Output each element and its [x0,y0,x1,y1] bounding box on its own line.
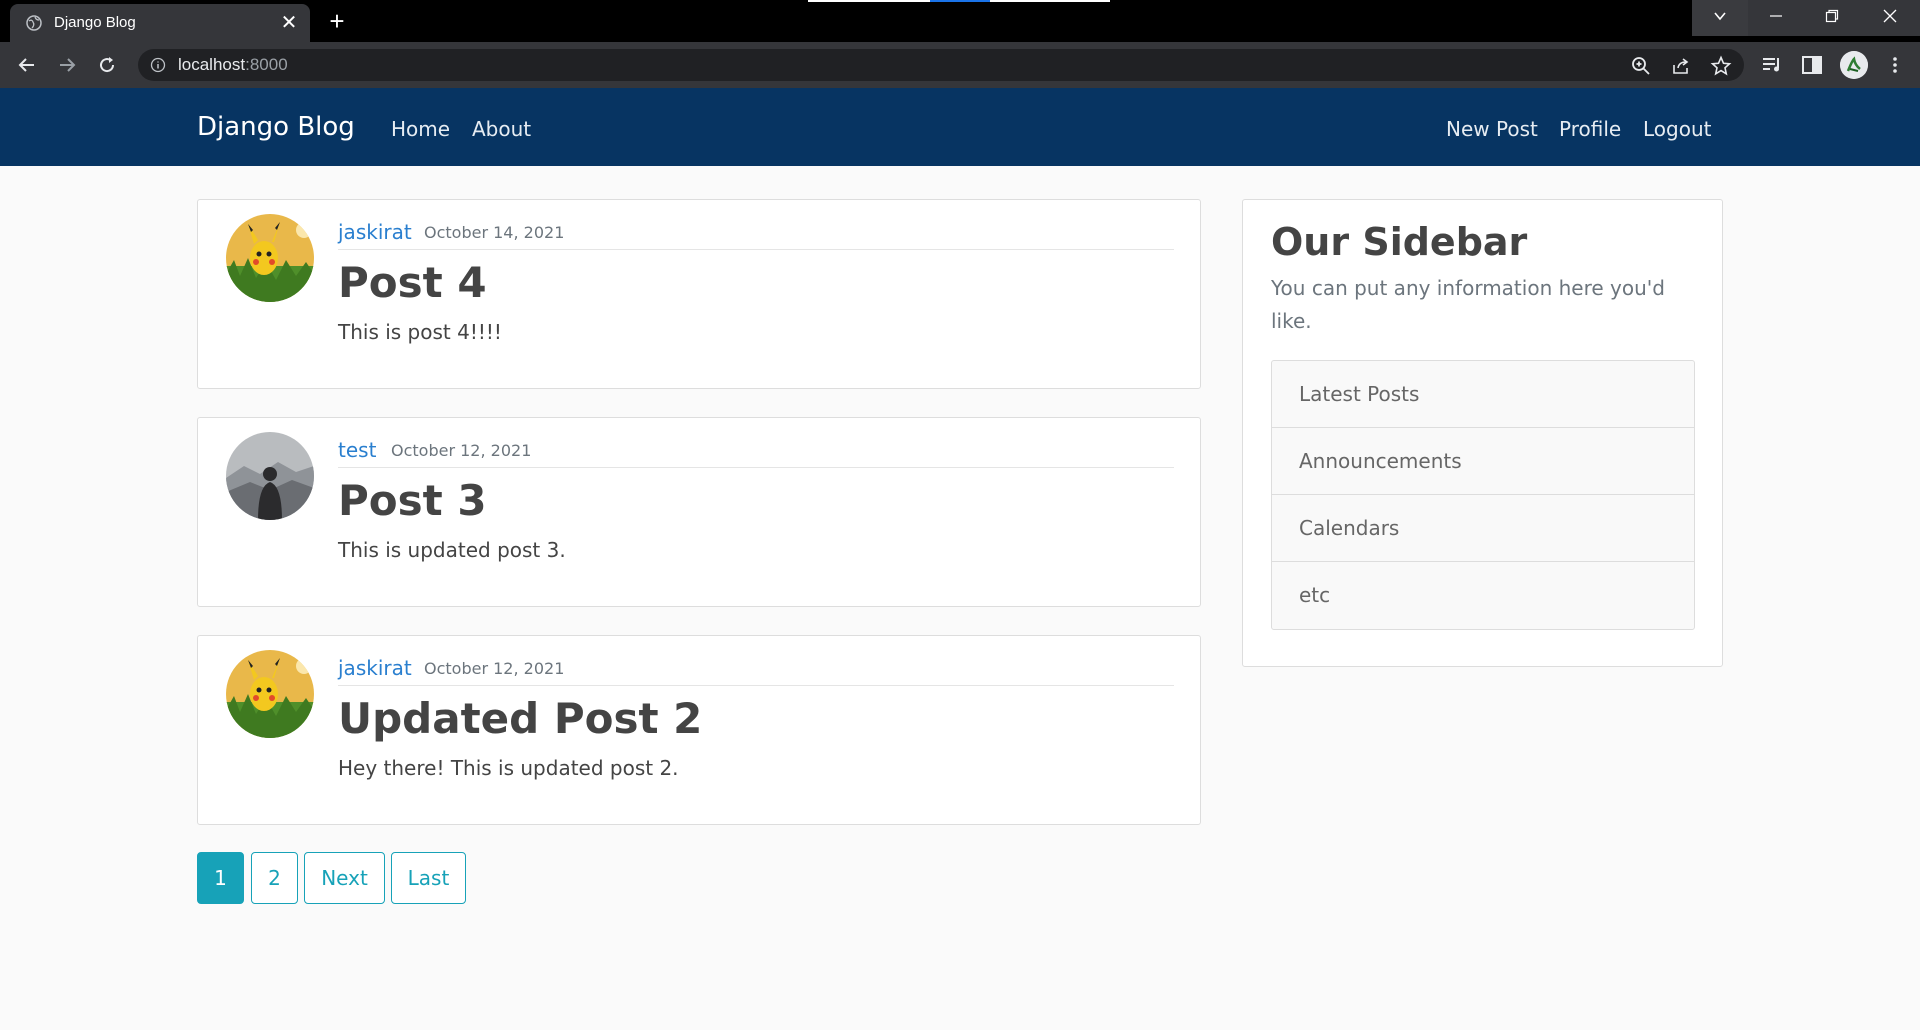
sidebar-item-calendars[interactable]: Calendars [1272,495,1694,562]
default-avatar-image [226,432,314,520]
sidebar-description: You can put any information here you'd l… [1271,276,1665,333]
more-vertical-icon [1893,57,1897,73]
reload-button[interactable] [92,50,122,80]
page-2-button[interactable]: 2 [251,852,298,904]
close-icon [1883,9,1897,23]
minimize-icon [1770,15,1782,17]
browser-menu-button[interactable] [1880,50,1910,80]
profile-avatar-button[interactable] [1840,51,1868,79]
author-avatar [226,214,314,302]
next-page-button[interactable]: Next [304,852,385,904]
post-card: test October 12, 2021 Post 3 This is upd… [197,417,1201,607]
zoom-icon[interactable] [1630,55,1652,77]
post-date: October 12, 2021 [391,441,532,460]
url-host: localhost [178,55,246,74]
post-title[interactable]: Post 3 [338,476,487,525]
post-card: jaskirat October 12, 2021 Updated Post 2… [197,635,1201,825]
post-title[interactable]: Updated Post 2 [338,694,702,743]
nav-link-new-post[interactable]: New Post [1446,117,1538,141]
window-drag-strip [808,0,1110,2]
sidebar-item-etc[interactable]: etc [1272,562,1694,629]
forward-button[interactable] [52,50,82,80]
arrow-right-icon [60,58,76,72]
nav-link-home[interactable]: Home [391,117,450,141]
restore-icon [1825,9,1839,23]
close-tab-icon[interactable]: ✕ [278,11,300,33]
new-tab-button[interactable]: + [322,8,352,36]
side-panel-icon[interactable] [1800,53,1824,77]
last-page-button[interactable]: Last [391,852,466,904]
share-icon[interactable] [1670,55,1692,77]
info-icon[interactable] [150,57,166,73]
star-icon[interactable] [1710,55,1732,77]
close-window-button[interactable] [1860,0,1920,36]
post-author-link[interactable]: test [338,438,376,462]
reload-icon [100,57,115,73]
post-date: October 14, 2021 [424,223,565,242]
post-title[interactable]: Post 4 [338,258,487,307]
globe-icon [26,15,42,31]
restore-button[interactable] [1804,0,1860,36]
nav-link-profile[interactable]: Profile [1559,117,1621,141]
arrow-left-icon [18,58,34,72]
post-content: This is updated post 3. [338,538,566,562]
browser-tab[interactable]: Django Blog ✕ [10,4,310,42]
author-avatar [226,432,314,520]
back-button[interactable] [12,50,42,80]
post-content: This is post 4!!!! [338,320,502,344]
author-avatar [226,650,314,738]
nav-link-about[interactable]: About [472,117,531,141]
pikachu-avatar-image [226,650,314,738]
profile-avatar-icon [1840,51,1868,79]
nav-link-logout[interactable]: Logout [1643,117,1711,141]
address-bar[interactable]: localhost:8000 [138,49,1744,81]
post-author-link[interactable]: jaskirat [338,656,412,680]
navbar-brand[interactable]: Django Blog [197,112,355,142]
sidebar-item-announcements[interactable]: Announcements [1272,428,1694,495]
browser-tab-bar: Django Blog ✕ + [0,0,1920,42]
browser-toolbar: localhost:8000 [0,42,1920,88]
sidebar: Our Sidebar You can put any information … [1242,199,1723,667]
tab-title: Django Blog [54,14,136,31]
minimize-button[interactable] [1748,0,1804,36]
sidebar-title: Our Sidebar [1271,220,1528,264]
site-navbar: Django Blog Home About New Post Profile … [0,88,1920,166]
page-1-button[interactable]: 1 [197,852,244,904]
url-text: localhost:8000 [178,55,288,75]
tab-search-button[interactable] [1692,0,1748,36]
sidebar-list: Latest Posts Announcements Calendars etc [1271,360,1695,630]
post-meta: test October 12, 2021 [338,438,1174,468]
media-queue-icon[interactable] [1760,53,1784,77]
post-card: jaskirat October 14, 2021 Post 4 This is… [197,199,1201,389]
post-meta: jaskirat October 14, 2021 [338,220,1174,250]
sidebar-item-latest-posts[interactable]: Latest Posts [1272,361,1694,428]
pikachu-avatar-image [226,214,314,302]
post-date: October 12, 2021 [424,659,565,678]
post-meta: jaskirat October 12, 2021 [338,656,1174,686]
post-content: Hey there! This is updated post 2. [338,756,679,780]
post-author-link[interactable]: jaskirat [338,220,412,244]
url-port: :8000 [245,55,288,74]
chevron-down-icon [1714,12,1726,21]
